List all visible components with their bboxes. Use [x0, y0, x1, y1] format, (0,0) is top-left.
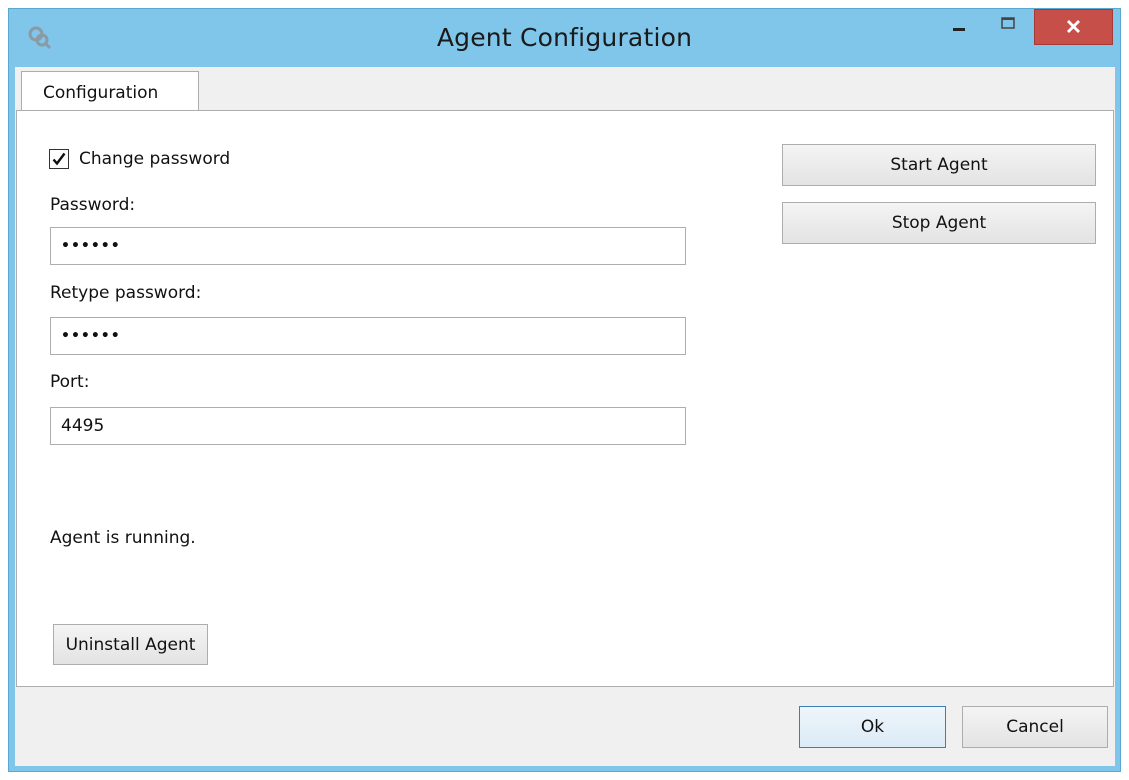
checkmark-icon	[52, 152, 66, 166]
ok-button[interactable]: Ok	[799, 706, 946, 748]
agent-status-text: Agent is running.	[50, 528, 196, 548]
maximize-icon	[1001, 17, 1015, 29]
tab-configuration[interactable]: Configuration	[21, 71, 199, 111]
cancel-button[interactable]: Cancel	[962, 706, 1108, 748]
password-field[interactable]: ••••••	[50, 227, 686, 265]
minimize-button[interactable]	[936, 9, 982, 45]
retype-password-field[interactable]: ••••••	[50, 317, 686, 355]
tab-configuration-label: Configuration	[43, 83, 159, 103]
retype-password-label: Retype password:	[50, 283, 202, 303]
close-button[interactable]	[1034, 9, 1113, 45]
stop-agent-button[interactable]: Stop Agent	[782, 202, 1096, 244]
title-bar[interactable]: Agent Configuration	[9, 9, 1120, 67]
password-label: Password:	[50, 195, 136, 215]
port-field[interactable]: 4495	[50, 407, 686, 445]
minimize-icon	[953, 28, 965, 31]
configuration-panel: Change password Password: •••••• Retype …	[16, 110, 1114, 687]
maximize-button[interactable]	[985, 9, 1031, 45]
agent-configuration-window: Agent Configuration Configuration Change…	[8, 8, 1121, 772]
change-password-label[interactable]: Change password	[79, 149, 230, 169]
change-password-checkbox[interactable]	[49, 149, 69, 169]
close-icon	[1067, 20, 1080, 33]
port-label: Port:	[50, 372, 90, 392]
uninstall-agent-button[interactable]: Uninstall Agent	[53, 624, 208, 665]
start-agent-button[interactable]: Start Agent	[782, 144, 1096, 186]
dialog-client-area: Configuration Change password Password: …	[15, 67, 1115, 766]
